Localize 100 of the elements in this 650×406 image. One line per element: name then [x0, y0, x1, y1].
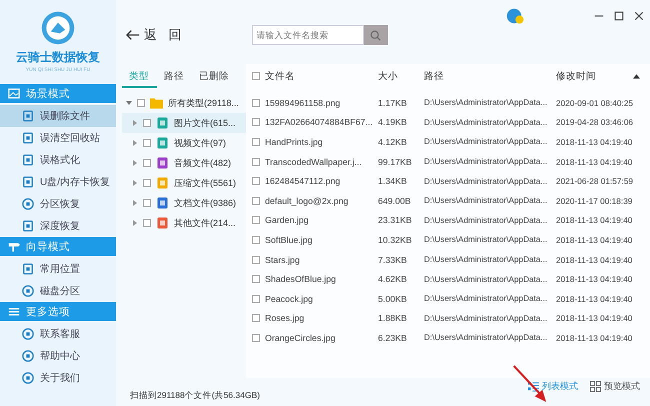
folder-icon: [150, 97, 163, 109]
modified-time: 2018-11-13 04:19:40: [556, 332, 634, 343]
tree-item[interactable]: 所有类型(29118...: [122, 93, 246, 113]
column-header[interactable]: 路径: [424, 70, 556, 82]
file-path: D:\Users\Administrator\AppData...: [424, 255, 548, 264]
modified-time: 2018-11-13 04:19:40: [556, 294, 634, 304]
caret-icon[interactable]: [132, 220, 138, 226]
modified-time: 2018-11-13 04:19:40: [556, 254, 634, 265]
checkbox[interactable]: [143, 119, 151, 127]
file-name: OrangeCircles.jpg: [265, 332, 336, 343]
file-name: HandPrints.jpg: [265, 136, 323, 147]
tree-item[interactable]: 图片文件(615...: [122, 113, 246, 133]
file-path: D:\Users\Administrator\AppData...: [424, 333, 548, 342]
modified-time: 2019-04-28 03:46:06: [556, 117, 634, 128]
tree-item[interactable]: 视频文件(97): [122, 133, 246, 153]
caret-icon[interactable]: [132, 120, 138, 126]
tree-item[interactable]: 压缩文件(5561): [122, 173, 246, 193]
search-field[interactable]: 请输入文件名搜索: [252, 25, 364, 45]
avatar-icon[interactable]: [506, 7, 524, 25]
filter-tab[interactable]: 已删除: [192, 64, 237, 88]
modified-time: 2018-11-13 04:19:40: [556, 136, 634, 147]
file-name: 159894961158.png: [265, 98, 340, 108]
row-checkbox[interactable]: [252, 177, 260, 186]
signpost-icon: [8, 241, 20, 252]
view-mode-button[interactable]: 预览模式: [590, 380, 640, 393]
row-checkbox[interactable]: [252, 236, 260, 244]
file-name: 162484547112.png: [265, 176, 340, 186]
file-size: 1.88KB: [378, 313, 408, 324]
caret-icon[interactable]: [132, 160, 138, 166]
modified-time: 2020-09-01 08:40:25: [556, 98, 634, 108]
select-all-checkbox[interactable]: [252, 72, 260, 80]
file-size: 4.19KB: [378, 117, 408, 128]
caret-icon[interactable]: [126, 100, 132, 106]
checkbox[interactable]: [143, 159, 151, 167]
filter-tab[interactable]: 路径: [157, 64, 192, 88]
checkbox[interactable]: [143, 139, 151, 147]
caret-icon[interactable]: [132, 140, 138, 146]
sidebar-item[interactable]: 常用位置: [0, 258, 116, 280]
row-checkbox[interactable]: [252, 138, 260, 146]
modified-time: 2018-11-13 04:19:40: [556, 313, 634, 324]
sidebar-item[interactable]: 关于我们: [0, 367, 116, 389]
row-checkbox[interactable]: [252, 158, 260, 166]
file-path: D:\Users\Administrator\AppData...: [424, 294, 548, 304]
row-checkbox[interactable]: [252, 98, 260, 107]
close-icon[interactable]: [634, 11, 644, 21]
file-path: D:\Users\Administrator\AppData...: [424, 274, 548, 284]
search-icon: [370, 30, 382, 40]
checkbox[interactable]: [143, 199, 151, 207]
menu-icon: [8, 306, 20, 317]
file-size: 23.31KB: [378, 215, 413, 226]
file-name: 132FA02664074884BF67...: [265, 117, 373, 128]
file-path: D:\Users\Administrator\AppData...: [424, 196, 548, 206]
file-size: 7.33KB: [378, 254, 408, 265]
file-size: 99.17KB: [378, 156, 413, 167]
sidebar-item[interactable]: 联系客服: [0, 323, 116, 345]
caret-icon[interactable]: [132, 180, 138, 186]
sidebar-item[interactable]: U盘/内存卡恢复: [0, 171, 116, 193]
file-size: 4.12KB: [378, 136, 408, 147]
file-name: Stars.jpg: [265, 254, 300, 265]
sidebar-item[interactable]: 误格式化: [0, 149, 116, 171]
row-checkbox[interactable]: [252, 118, 260, 126]
sidebar-item[interactable]: 帮助中心: [0, 345, 116, 367]
column-header[interactable]: 修改时间: [556, 70, 596, 82]
file-path: D:\Users\Administrator\AppData...: [424, 118, 548, 127]
tree-item[interactable]: 其他文件(214...: [122, 213, 246, 233]
row-checkbox[interactable]: [252, 196, 260, 205]
sort-icon[interactable]: [633, 73, 640, 79]
picture-icon: [8, 88, 20, 99]
sidebar-item[interactable]: 磁盘分区: [0, 280, 116, 302]
sidebar-item[interactable]: 分区恢复: [0, 193, 116, 215]
row-checkbox[interactable]: [252, 294, 260, 303]
column-header[interactable]: 文件名: [265, 70, 295, 82]
tree-item[interactable]: 音频文件(482): [122, 153, 246, 173]
search-button[interactable]: [364, 25, 388, 45]
row-checkbox[interactable]: [252, 334, 260, 342]
file-size: 10.32KB: [378, 234, 413, 245]
checkbox[interactable]: [137, 99, 145, 107]
logo-icon: [40, 10, 76, 46]
row-checkbox[interactable]: [252, 314, 260, 322]
back-button[interactable]: 返 回: [126, 26, 182, 44]
row-checkbox[interactable]: [252, 256, 260, 264]
file-path: D:\Users\Administrator\AppData...: [424, 137, 548, 146]
maximize-icon[interactable]: [614, 11, 624, 21]
checkbox[interactable]: [143, 179, 151, 187]
file-name: Peacock.jpg: [265, 294, 313, 304]
tree-item[interactable]: 文档文件(9386): [122, 193, 246, 213]
sidebar-item[interactable]: 误清空回收站: [0, 127, 116, 149]
file-path: D:\Users\Administrator\AppData...: [424, 216, 548, 225]
row-checkbox[interactable]: [252, 275, 260, 284]
list-icon: [528, 381, 539, 392]
row-checkbox[interactable]: [252, 216, 260, 224]
file-name: default_logo@2x.png: [265, 196, 348, 206]
file-size: 5.00KB: [378, 294, 408, 304]
caret-icon[interactable]: [132, 200, 138, 206]
file-path: D:\Users\Administrator\AppData...: [424, 98, 548, 108]
sidebar-item[interactable]: 误删除文件: [0, 105, 116, 127]
checkbox[interactable]: [143, 219, 151, 227]
sidebar-item[interactable]: 深度恢复: [0, 215, 116, 237]
file-name: TranscodedWallpaper.j...: [265, 156, 362, 167]
column-header[interactable]: 大小: [378, 70, 424, 82]
